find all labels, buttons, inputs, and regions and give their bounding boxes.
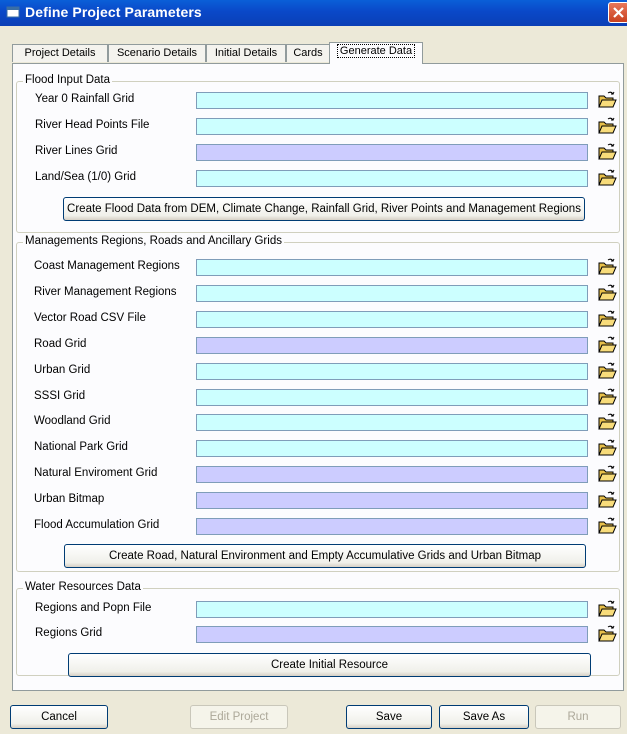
open-folder-icon [598,465,617,482]
land-sea-1-0-grid-input[interactable] [196,170,588,187]
create-initial-resource-button[interactable]: Create Initial Resource [68,653,591,677]
river-head-points-file-input[interactable] [196,118,588,135]
open-folder-icon [598,91,617,108]
open-folder-icon [598,336,617,353]
river-management-regions-label: River Management Regions [34,285,177,298]
dialog-window: Define Project Parameters Project Detail… [0,0,627,734]
tab-project-details[interactable]: Project Details [12,44,108,62]
open-folder-icon [598,491,617,508]
window-app-icon [6,6,20,18]
close-icon [613,7,624,18]
tab-generate-data-label: Generate Data [336,44,416,58]
cancel-button[interactable]: Cancel [10,705,108,729]
coast-management-regions-input[interactable] [196,259,588,276]
woodland-grid-label: Woodland Grid [34,415,111,428]
open-folder-icon [598,362,617,379]
open-folder-icon [598,169,617,186]
road-grid-input[interactable] [196,336,588,354]
create-road-grids-button[interactable]: Create Road, Natural Environment and Emp… [64,544,586,568]
tab-scenario-details[interactable]: Scenario Details [108,44,206,62]
open-folder-icon [598,143,617,160]
river-lines-grid-browse-button[interactable] [597,142,617,162]
tab-generate-data[interactable]: Generate Data [329,42,423,64]
river-lines-grid-input[interactable] [196,144,588,161]
vector-road-csv-file-browse-button[interactable] [597,309,617,329]
river-management-regions-browse-button[interactable] [597,283,617,303]
group-flood-legend: Flood Input Data [23,74,113,86]
tab-panel: Flood Input Data Create Flood Data from … [12,63,624,691]
sssi-grid-browse-button[interactable] [597,387,617,407]
land-sea-1-0-grid-browse-button[interactable] [597,168,617,188]
flood-accumulation-grid-input[interactable] [196,518,588,535]
river-head-points-file-label: River Head Points File [35,119,150,131]
urban-grid-input[interactable] [196,362,588,380]
woodland-grid-browse-button[interactable] [597,412,617,432]
save-as-button[interactable]: Save As [439,705,529,729]
open-folder-icon [598,517,617,534]
group-water-legend: Water Resources Data [23,581,143,593]
open-folder-icon [598,284,617,301]
vector-road-csv-file-input[interactable] [196,310,588,328]
window-title: Define Project Parameters [25,4,202,20]
open-folder-icon [598,440,617,456]
regions-grid-input[interactable] [196,625,588,643]
coast-management-regions-label: Coast Management Regions [34,260,180,272]
create-flood-data-button[interactable]: Create Flood Data from DEM, Climate Chan… [63,197,585,221]
open-folder-icon [598,258,617,275]
urban-grid-label: Urban Grid [34,363,91,376]
run-button[interactable]: Run [535,705,621,729]
regions-and-popn-file-label: Regions and Popn File [35,602,152,614]
woodland-grid-input[interactable] [196,414,588,432]
vector-road-csv-file-label: Vector Road CSV File [34,311,146,324]
tab-initial-details[interactable]: Initial Details [206,44,286,62]
coast-management-regions-browse-button[interactable] [597,257,617,277]
road-grid-browse-button[interactable] [597,335,617,355]
urban-bitmap-label: Urban Bitmap [34,493,105,506]
natural-enviroment-grid-browse-button[interactable] [597,464,617,484]
open-folder-icon [598,625,617,641]
save-button[interactable]: Save [346,705,432,729]
edit-project-button[interactable]: Edit Project [190,705,288,729]
sssi-grid-label: SSSI Grid [34,389,86,402]
urban-grid-browse-button[interactable] [597,361,617,381]
urban-bitmap-input[interactable] [196,492,588,510]
regions-grid-label: Regions Grid [35,626,103,639]
river-management-regions-input[interactable] [196,284,588,302]
open-folder-icon [598,388,617,404]
sssi-grid-input[interactable] [196,388,588,406]
open-folder-icon [598,600,617,617]
regions-grid-browse-button[interactable] [597,624,617,644]
national-park-grid-label: National Park Grid [34,441,128,454]
open-folder-icon [598,117,617,134]
year-0-rainfall-grid-input[interactable] [196,92,588,109]
regions-and-popn-file-input[interactable] [196,601,588,618]
regions-and-popn-file-browse-button[interactable] [597,599,617,619]
river-lines-grid-label: River Lines Grid [35,145,118,157]
river-head-points-file-browse-button[interactable] [597,116,617,136]
road-grid-label: Road Grid [34,337,87,350]
open-folder-icon [598,310,617,327]
flood-accumulation-grid-browse-button[interactable] [597,516,617,536]
land-sea-1-0-grid-label: Land/Sea (1/0) Grid [35,171,137,183]
tab-cards[interactable]: Cards [286,44,330,62]
year-0-rainfall-grid-label: Year 0 Rainfall Grid [35,93,135,105]
natural-enviroment-grid-label: Natural Enviroment Grid [34,467,158,480]
close-button[interactable] [608,2,627,23]
year-0-rainfall-grid-browse-button[interactable] [597,90,617,110]
natural-enviroment-grid-input[interactable] [196,466,588,484]
open-folder-icon [598,414,617,430]
urban-bitmap-browse-button[interactable] [597,490,617,510]
group-management-legend: Managements Regions, Roads and Ancillary… [23,235,284,247]
national-park-grid-browse-button[interactable] [597,438,617,458]
flood-accumulation-grid-label: Flood Accumulation Grid [34,519,160,531]
title-bar[interactable]: Define Project Parameters [0,0,627,26]
national-park-grid-input[interactable] [196,440,588,458]
